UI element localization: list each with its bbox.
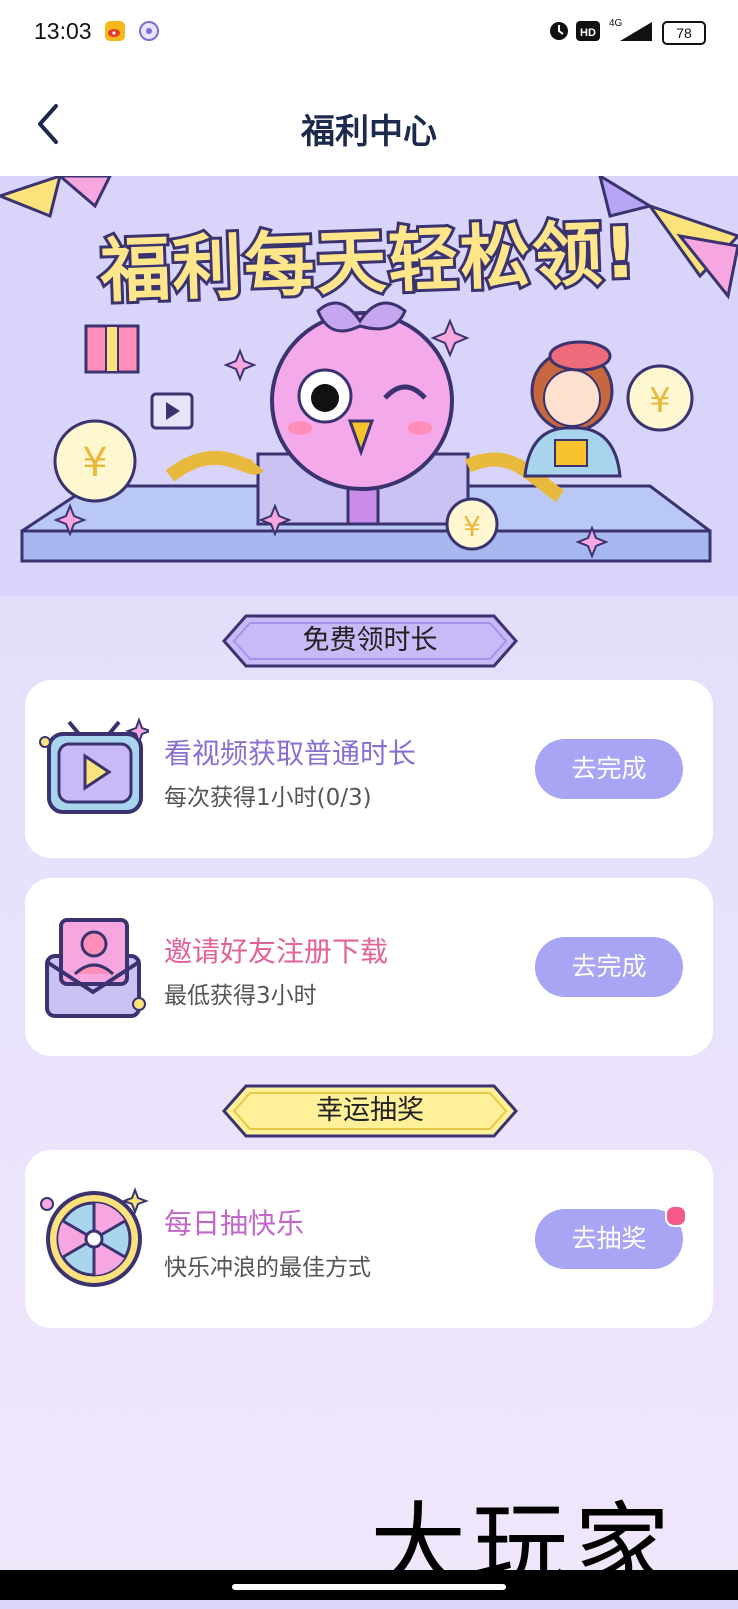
task-title: 看视频获取普通时长 bbox=[164, 737, 417, 770]
svg-text:HD: HD bbox=[580, 27, 596, 39]
status-bar: 13:03 HD 4G 78 bbox=[0, 0, 738, 66]
tv-play-icon bbox=[39, 717, 149, 814]
svg-text:¥: ¥ bbox=[463, 510, 481, 543]
prize-wheel-icon bbox=[40, 1187, 149, 1287]
battery-level: 78 bbox=[676, 25, 692, 41]
draw-lottery-label: 去抽奖 bbox=[571, 1224, 647, 1253]
signal-icon bbox=[620, 22, 652, 41]
battery-icon: 78 bbox=[662, 21, 706, 45]
task-card-invite-friend: 邀请好友注册下载 最低获得3小时 去完成 bbox=[25, 878, 713, 1056]
section-lottery-label: 幸运抽奖 bbox=[316, 1095, 424, 1126]
task-title: 邀请好友注册下载 bbox=[164, 935, 389, 968]
home-indicator[interactable] bbox=[232, 1584, 506, 1590]
hd-icon: HD bbox=[576, 21, 600, 41]
complete-button[interactable]: 去完成 bbox=[535, 739, 683, 799]
draw-lottery-button[interactable]: 去抽奖 bbox=[535, 1205, 687, 1269]
task-title: 每日抽快乐 bbox=[164, 1207, 305, 1240]
status-time: 13:03 bbox=[34, 18, 92, 44]
page-title: 福利中心 bbox=[301, 112, 437, 152]
app-icon bbox=[139, 21, 159, 41]
alarm-icon bbox=[550, 22, 568, 40]
section-free-time-label: 免费领时长 bbox=[302, 625, 438, 656]
task-subtitle: 最低获得3小时 bbox=[164, 983, 317, 1009]
weibo-icon bbox=[105, 21, 125, 41]
task-subtitle: 快乐冲浪的最佳方式 bbox=[164, 1255, 371, 1281]
complete-button[interactable]: 去完成 bbox=[535, 937, 683, 997]
svg-text:¥: ¥ bbox=[82, 440, 107, 486]
task-card-daily-lottery: 每日抽快乐 快乐冲浪的最佳方式 去抽奖 bbox=[25, 1150, 713, 1328]
svg-text:¥: ¥ bbox=[649, 381, 671, 421]
invite-envelope-icon bbox=[45, 918, 146, 1018]
notification-dot bbox=[665, 1205, 687, 1227]
section-lottery: 幸运抽奖 bbox=[222, 1084, 518, 1138]
task-subtitle: 每次获得1小时(0/3) bbox=[164, 785, 372, 811]
section-free-time: 免费领时长 bbox=[222, 614, 518, 668]
task-card-watch-video: 看视频获取普通时长 每次获得1小时(0/3) 去完成 bbox=[25, 680, 713, 858]
